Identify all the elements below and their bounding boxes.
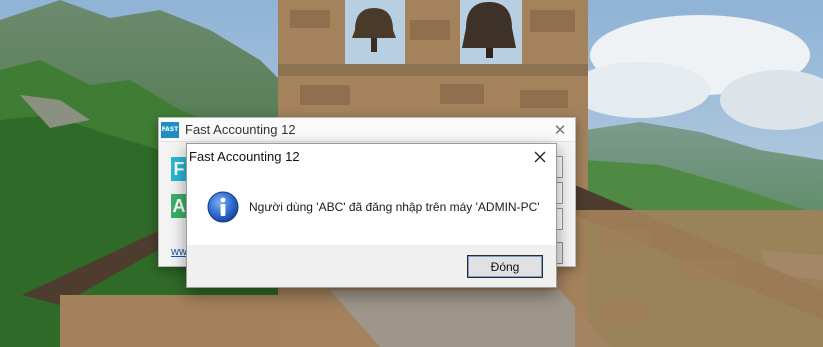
dialog-title: Fast Accounting 12	[189, 149, 300, 164]
brand-logo-letter: A	[171, 194, 187, 218]
close-icon[interactable]: ✕	[545, 118, 575, 142]
login-window-titlebar: FAST Fast Accounting 12 ✕	[159, 118, 575, 142]
message-dialog: Fast Accounting 12 Người dùng 'ABC' đã đ…	[186, 143, 557, 288]
brand-logo-letter: F	[171, 157, 187, 181]
website-link[interactable]: ww	[171, 246, 187, 258]
info-icon	[207, 191, 239, 223]
dialog-content: Người dùng 'ABC' đã đăng nhập trên máy '…	[187, 169, 556, 245]
login-window-title: Fast Accounting 12	[185, 122, 296, 137]
dialog-message: Người dùng 'ABC' đã đăng nhập trên máy '…	[249, 200, 540, 214]
close-dialog-button[interactable]: Đóng	[467, 255, 543, 278]
dialog-footer: Đóng	[187, 245, 556, 287]
dialog-titlebar: Fast Accounting 12	[187, 144, 556, 169]
close-icon[interactable]	[524, 144, 556, 169]
app-logo-icon: FAST	[161, 121, 179, 138]
